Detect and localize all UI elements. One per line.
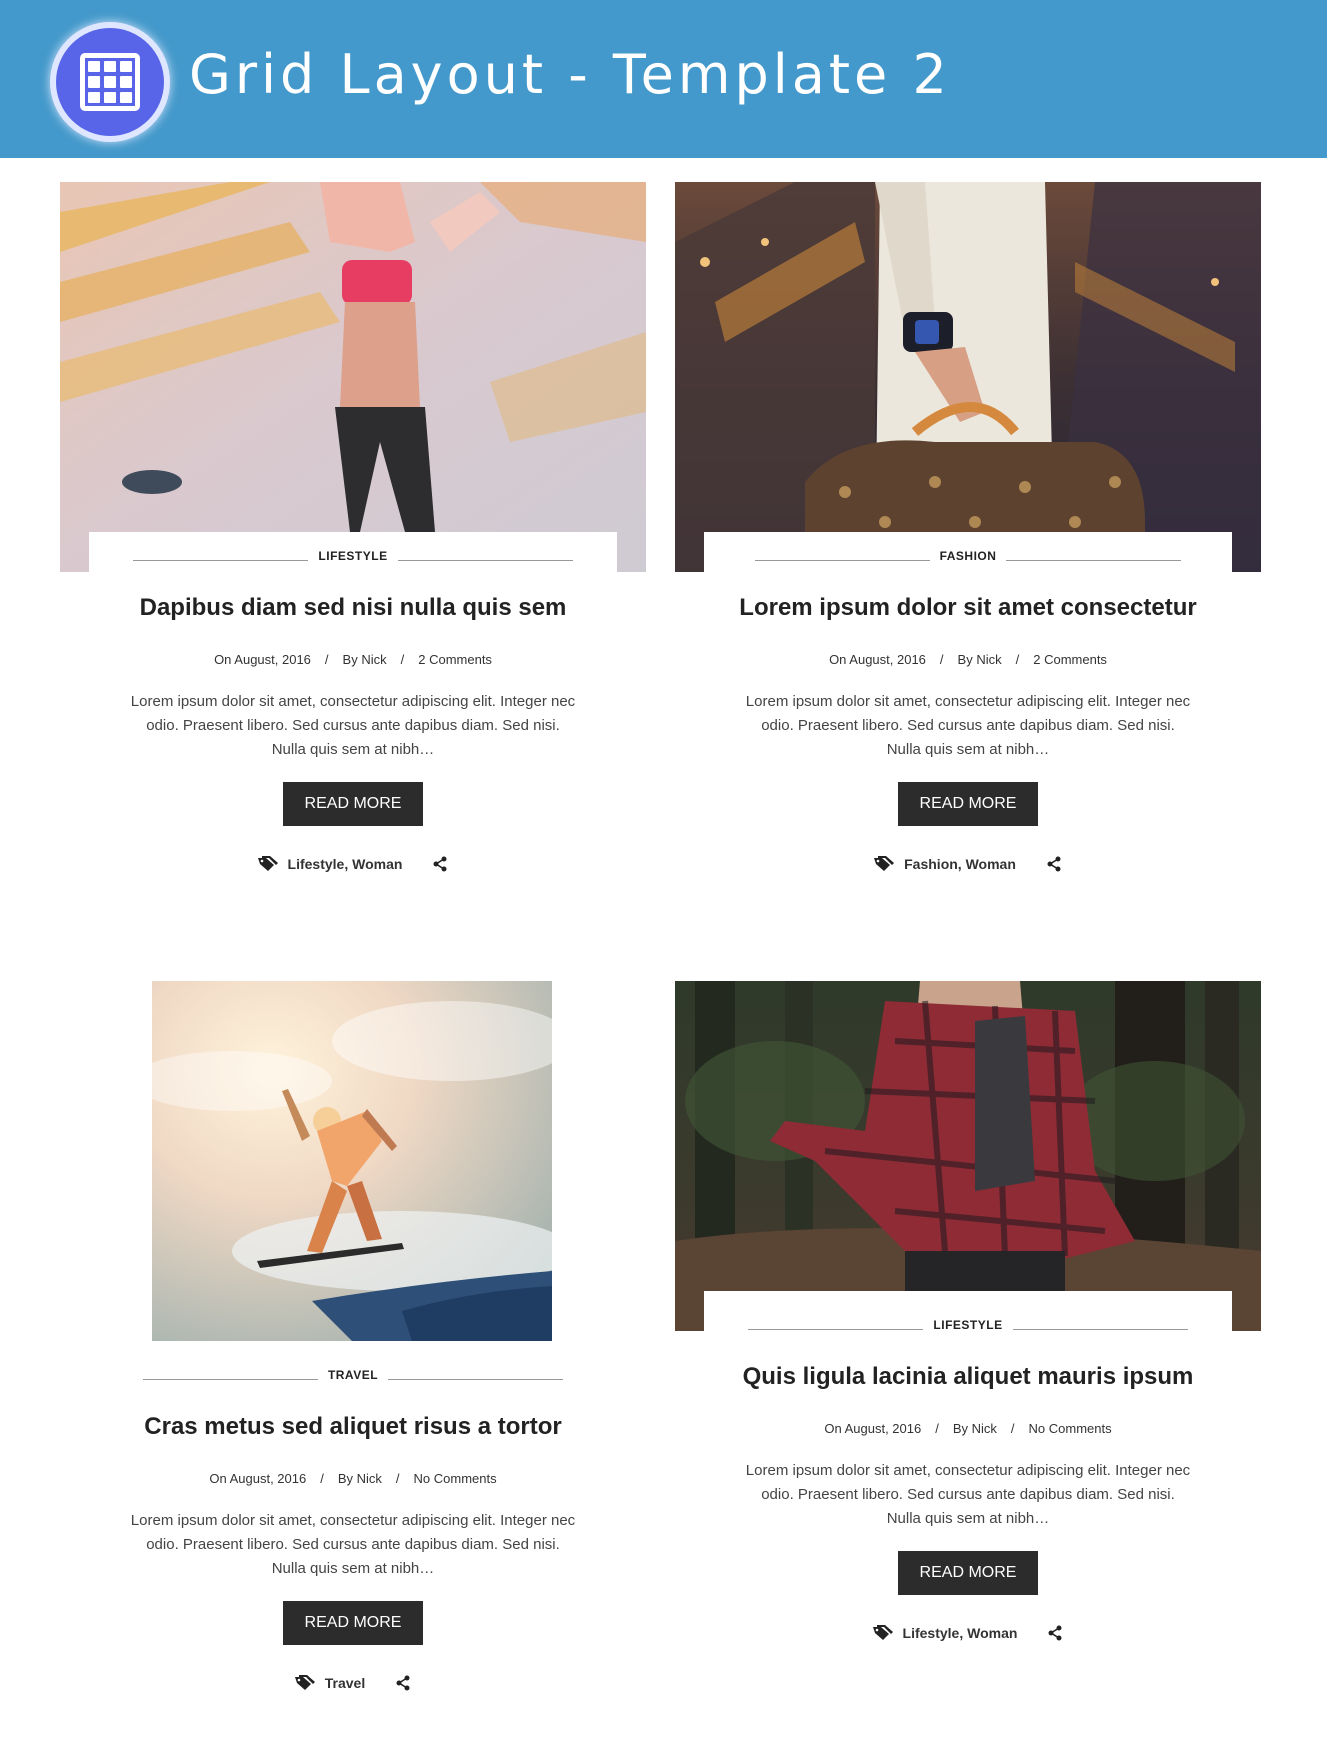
grid-icon: [80, 53, 140, 111]
meta-separator: /: [395, 1471, 400, 1486]
meta-separator: /: [324, 652, 329, 667]
meta-separator: /: [320, 1471, 324, 1486]
post-excerpt: Lorem ipsum dolor sit amet, consectetur …: [745, 693, 1191, 758]
divider: [1012, 1328, 1188, 1330]
category-row: FASHION: [704, 546, 1232, 566]
post-title[interactable]: Cras metus sed aliquet risus a tortor: [89, 1413, 617, 1441]
post-category[interactable]: TRAVEL: [318, 1368, 388, 1382]
post-footer: Lifestyle, Woman: [704, 1623, 1232, 1643]
post-author[interactable]: By Nick: [338, 1471, 382, 1486]
post-comments[interactable]: 2 Comments: [418, 652, 492, 667]
logo[interactable]: [50, 22, 170, 142]
divider: [754, 559, 930, 561]
tag-icon: [872, 1625, 893, 1640]
tag-icon: [257, 856, 278, 871]
post-comments[interactable]: 2 Comments: [1033, 652, 1107, 667]
post-footer: Travel: [89, 1673, 617, 1693]
post-image-fashion[interactable]: [675, 182, 1261, 572]
divider: [748, 1328, 924, 1330]
post-excerpt: Lorem ipsum dolor sit amet, consectetur …: [130, 1512, 576, 1577]
page-title: Grid Layout - Template 2: [189, 43, 951, 106]
post-author[interactable]: By Nick: [953, 1421, 997, 1436]
post-tags[interactable]: Fashion, Woman: [904, 856, 1016, 872]
read-more-button[interactable]: READ MORE: [898, 1551, 1038, 1595]
post-meta: On August, 2016 / By Nick / No Comments: [89, 1471, 617, 1486]
post-card: LIFESTYLE Quis ligula lacinia aliquet ma…: [675, 981, 1261, 1741]
meta-separator: /: [935, 1421, 939, 1436]
post-tags[interactable]: Lifestyle, Woman: [288, 856, 403, 872]
category-row: TRAVEL: [89, 1365, 617, 1385]
post-date: On August, 2016: [824, 1421, 922, 1436]
post-card: LIFESTYLE Dapibus diam sed nisi nulla qu…: [60, 182, 646, 942]
share-icon[interactable]: [432, 856, 448, 872]
tag-icon: [874, 856, 895, 871]
post-title[interactable]: Dapibus diam sed nisi nulla quis sem: [89, 594, 617, 622]
post-date: On August, 2016: [829, 652, 926, 667]
post-content: LIFESTYLE Dapibus diam sed nisi nulla qu…: [89, 532, 617, 942]
post-title[interactable]: Lorem ipsum dolor sit amet consectetur: [704, 594, 1232, 622]
post-comments[interactable]: No Comments: [1029, 1421, 1112, 1436]
post-footer: Fashion, Woman: [704, 854, 1232, 874]
post-image-fitness[interactable]: [60, 182, 646, 572]
read-more-button[interactable]: READ MORE: [283, 782, 423, 826]
post-date: On August, 2016: [214, 652, 311, 667]
post-meta: On August, 2016 / By Nick / 2 Comments: [89, 652, 617, 667]
post-date: On August, 2016: [209, 1471, 307, 1486]
post-image-travel[interactable]: [152, 981, 552, 1341]
category-row: LIFESTYLE: [704, 1315, 1232, 1335]
post-content: FASHION Lorem ipsum dolor sit amet conse…: [704, 532, 1232, 942]
share-icon[interactable]: [395, 1675, 411, 1691]
divider: [1006, 559, 1182, 561]
read-more-button[interactable]: READ MORE: [283, 1601, 423, 1645]
divider: [397, 559, 573, 561]
logo-disc: [56, 28, 164, 136]
share-icon[interactable]: [1047, 1625, 1063, 1641]
post-image-forest[interactable]: [675, 981, 1261, 1331]
post-author[interactable]: By Nick: [343, 652, 387, 667]
post-author[interactable]: By Nick: [958, 652, 1002, 667]
post-tags[interactable]: Lifestyle, Woman: [903, 1625, 1018, 1641]
meta-separator: /: [1010, 1421, 1015, 1436]
divider: [142, 1378, 318, 1380]
divider: [133, 559, 309, 561]
post-title[interactable]: Quis ligula lacinia aliquet mauris ipsum: [704, 1363, 1232, 1391]
post-footer: Lifestyle, Woman: [89, 854, 617, 874]
category-row: LIFESTYLE: [89, 546, 617, 566]
meta-separator: /: [1015, 652, 1020, 667]
post-content: LIFESTYLE Quis ligula lacinia aliquet ma…: [704, 1291, 1232, 1741]
read-more-button[interactable]: READ MORE: [898, 782, 1038, 826]
post-content: TRAVEL Cras metus sed aliquet risus a to…: [89, 1341, 617, 1741]
divider: [388, 1378, 564, 1380]
post-category[interactable]: LIFESTYLE: [923, 1318, 1012, 1332]
post-comments[interactable]: No Comments: [414, 1471, 497, 1486]
post-meta: On August, 2016 / By Nick / No Comments: [704, 1421, 1232, 1436]
post-excerpt: Lorem ipsum dolor sit amet, consectetur …: [745, 1462, 1191, 1527]
share-icon[interactable]: [1046, 856, 1062, 872]
post-excerpt: Lorem ipsum dolor sit amet, consectetur …: [130, 693, 576, 758]
tag-icon: [294, 1675, 315, 1690]
meta-separator: /: [400, 652, 405, 667]
post-category[interactable]: FASHION: [930, 549, 1007, 563]
post-card: TRAVEL Cras metus sed aliquet risus a to…: [60, 981, 646, 1741]
site-header: Grid Layout - Template 2: [0, 0, 1327, 158]
post-meta: On August, 2016 / By Nick / 2 Comments: [704, 652, 1232, 667]
post-category[interactable]: LIFESTYLE: [308, 549, 397, 563]
post-tags[interactable]: Travel: [325, 1675, 365, 1691]
meta-separator: /: [939, 652, 944, 667]
post-card: FASHION Lorem ipsum dolor sit amet conse…: [675, 182, 1261, 942]
